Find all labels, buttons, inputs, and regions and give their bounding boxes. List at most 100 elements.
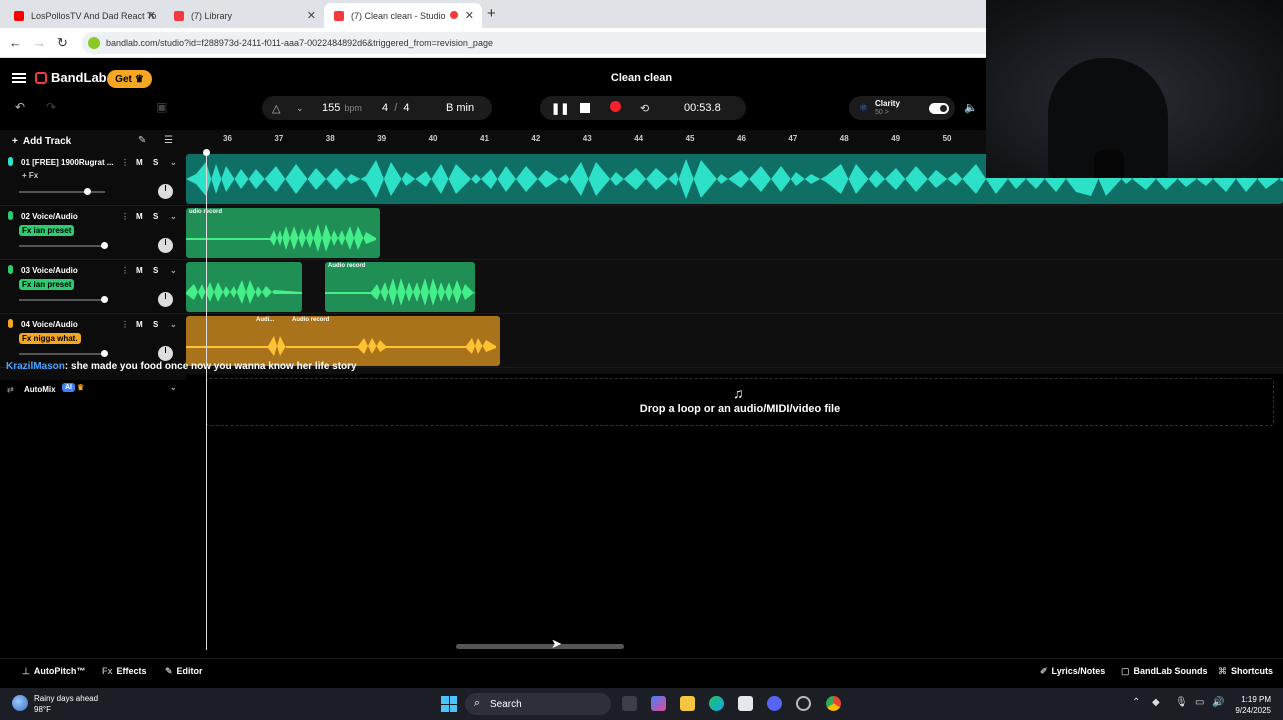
mute-button[interactable]: M	[136, 212, 143, 221]
chevron-down-icon[interactable]: ⌄	[170, 383, 177, 392]
mic-tray-icon[interactable]: 🎙	[1175, 697, 1188, 708]
lane-track-2[interactable]: udio record	[186, 206, 1283, 260]
volume-slider[interactable]	[19, 188, 105, 195]
track-name[interactable]: 03 Voice/Audio	[21, 266, 78, 275]
chevron-down-icon[interactable]: ⌄	[170, 158, 177, 167]
track-name[interactable]: 04 Voice/Audio	[21, 320, 78, 329]
chevron-down-icon[interactable]: ⌄	[296, 103, 304, 114]
copilot-icon[interactable]	[651, 696, 666, 711]
store-icon[interactable]	[738, 696, 753, 711]
chevron-down-icon[interactable]: ⌄	[170, 212, 177, 221]
clarity-toggle[interactable]	[929, 103, 949, 114]
new-tab-button[interactable]: +	[487, 5, 496, 22]
track-row[interactable]: 01 [FREE] 1900Rugrat ... ⋮ M S ⌄ + Fx	[0, 152, 186, 206]
browser-tab-library[interactable]: (7) Library ✕	[164, 3, 324, 28]
more-options-icon[interactable]: ⋮	[121, 212, 129, 221]
redo-icon[interactable]: ↷	[46, 100, 56, 114]
file-explorer-icon[interactable]	[680, 696, 695, 711]
horizontal-scrollbar[interactable]	[456, 644, 624, 649]
weather-widget[interactable]: Rainy days ahead 98°F	[12, 693, 98, 715]
track-name[interactable]: 01 [FREE] 1900Rugrat ...	[21, 158, 114, 167]
chevron-down-icon[interactable]: ⌄	[170, 266, 177, 275]
chrome-icon[interactable]	[826, 696, 841, 711]
add-track-button[interactable]: + Add Track	[12, 136, 71, 147]
windows-start-icon[interactable]	[441, 696, 457, 712]
key-field[interactable]: B min	[428, 96, 492, 120]
more-options-icon[interactable]: ⋮	[121, 266, 129, 275]
audio-clip[interactable]: Audio record	[325, 262, 475, 312]
fx-preset-badge[interactable]: Fx nigga what.	[19, 333, 81, 344]
track-name[interactable]: 02 Voice/Audio	[21, 212, 78, 221]
volume-slider[interactable]	[19, 296, 108, 303]
editor-button[interactable]: ✎ Editor	[165, 666, 203, 677]
playhead[interactable]	[203, 149, 210, 650]
discord-icon[interactable]	[767, 696, 782, 711]
lyrics-notes-button[interactable]: ✐ Lyrics/Notes	[1040, 666, 1105, 677]
forward-icon[interactable]: →	[33, 35, 46, 50]
undo-icon[interactable]: ↶	[15, 100, 25, 114]
close-tab-icon[interactable]: ✕	[147, 9, 156, 22]
more-options-icon[interactable]: ⋮	[121, 320, 129, 329]
display-icon[interactable]: ▭	[1195, 697, 1204, 708]
autopitch-button[interactable]: ⊥ AutoPitch™	[22, 666, 85, 677]
loop-icon[interactable]: ⟲	[640, 102, 649, 115]
pan-knob[interactable]	[158, 292, 173, 307]
network-icon[interactable]: ◆	[1152, 697, 1160, 708]
volume-slider-thumb[interactable]	[83, 188, 91, 195]
task-view-icon[interactable]	[622, 696, 637, 711]
record-button[interactable]	[610, 101, 621, 115]
track-row[interactable]: 02 Voice/Audio ⋮ M S ⌄ Fx ian preset	[0, 206, 186, 260]
volume-slider-thumb[interactable]	[101, 242, 108, 249]
fx-preset-badge[interactable]: Fx ian preset	[19, 279, 75, 290]
audio-clip[interactable]: udio record	[186, 208, 380, 258]
browser-tab-studio[interactable]: (7) Clean clean - Studio ✕	[324, 3, 482, 28]
pan-knob[interactable]	[158, 184, 173, 199]
track-row[interactable]: 04 Voice/Audio ⋮ M S ⌄ Fx nigga what.	[0, 314, 186, 368]
audio-clip[interactable]: Audi... Audio record	[186, 316, 500, 366]
fx-preset-badge[interactable]: Fx ian preset	[19, 225, 75, 236]
add-fx-button[interactable]: + Fx	[22, 171, 38, 180]
more-options-icon[interactable]: ⋮	[121, 158, 129, 167]
taskbar-search[interactable]: ⌕ Search	[465, 693, 611, 715]
solo-button[interactable]: S	[153, 266, 158, 275]
mute-button[interactable]: M	[136, 320, 143, 329]
metronome-icon[interactable]: △	[272, 102, 280, 115]
close-tab-icon[interactable]: ✕	[307, 9, 316, 22]
chevron-up-icon[interactable]: ⌃	[1132, 697, 1140, 708]
solo-button[interactable]: S	[153, 212, 158, 221]
solo-button[interactable]: S	[153, 158, 158, 167]
effects-button[interactable]: Fx Effects	[102, 666, 147, 676]
clarity-control[interactable]: ⚛ Clarity 50 >	[849, 96, 955, 120]
lane-track-4[interactable]: Audi... Audio record	[186, 314, 1283, 368]
mute-button[interactable]: M	[136, 266, 143, 275]
solo-button[interactable]: S	[153, 320, 158, 329]
tempo-field[interactable]: 155 bpm	[322, 102, 362, 114]
pan-knob[interactable]	[158, 238, 173, 253]
time-signature-field[interactable]: 4 / 4	[382, 102, 409, 114]
obs-icon[interactable]	[796, 696, 811, 711]
shortcuts-button[interactable]: ⌘ Shortcuts	[1218, 666, 1273, 677]
track-row[interactable]: 03 Voice/Audio ⋮ M S ⌄ Fx ian preset	[0, 260, 186, 314]
volume-slider-thumb[interactable]	[101, 296, 108, 303]
browser-tab-lospollos[interactable]: LosPollosTV And Dad React To ✕	[4, 3, 164, 28]
pencil-tool-icon[interactable]: ✎	[138, 135, 146, 146]
site-info-icon[interactable]	[88, 37, 100, 49]
volume-icon[interactable]: 🔈	[964, 101, 978, 114]
audio-clip[interactable]	[186, 262, 302, 312]
reload-icon[interactable]: ↻	[57, 35, 68, 51]
pause-icon[interactable]: ❚❚	[551, 102, 569, 115]
back-icon[interactable]: ←	[9, 35, 22, 50]
volume-slider[interactable]	[19, 242, 108, 249]
lane-track-3[interactable]: Audio record	[186, 260, 1283, 314]
track-settings-icon[interactable]: ☰	[164, 135, 173, 146]
automix-row[interactable]: ⇄ AutoMix AI ♛ ⌄	[0, 380, 186, 400]
mixer-icon[interactable]: ▣	[156, 100, 167, 114]
pan-knob[interactable]	[158, 346, 173, 361]
drop-zone[interactable]: ♫ Drop a loop or an audio/MIDI/video fil…	[206, 378, 1274, 426]
close-tab-icon[interactable]: ✕	[465, 9, 474, 22]
speaker-icon[interactable]: 🔊	[1212, 697, 1224, 708]
system-clock[interactable]: 1:19 PM 9/24/2025	[1235, 694, 1271, 716]
edge-icon[interactable]	[709, 696, 724, 711]
volume-slider[interactable]	[19, 350, 108, 357]
stop-icon[interactable]	[580, 103, 590, 113]
